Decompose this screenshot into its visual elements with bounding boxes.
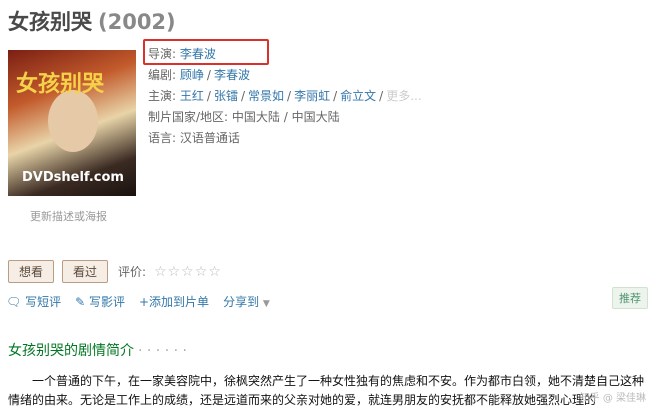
action-links: 🗨 写短评 ✎ 写影评 +添加到片单 分享到 ▼ xyxy=(6,293,270,310)
section-dots: · · · · · · xyxy=(138,343,187,359)
write-review-label: 写影评 xyxy=(88,295,125,309)
writer-label: 编剧: xyxy=(148,68,177,82)
update-description-link[interactable]: 更新描述或海报 xyxy=(30,208,107,224)
write-short-review-label: 写短评 xyxy=(25,295,62,309)
rating-stars[interactable]: ☆☆☆☆☆ xyxy=(154,264,222,280)
writer-link[interactable]: 顾峥 xyxy=(180,68,204,82)
write-review-link[interactable]: ✎ 写影评 xyxy=(75,293,125,310)
movie-title: 女孩别哭 (2002) xyxy=(8,6,176,36)
synopsis-paragraph: 一个普通的下午，在一家美容院中，徐枫突然产生了一种女性独有的焦虑和不安。作为都市… xyxy=(8,374,645,407)
comment-icon: 🗨 xyxy=(6,295,22,309)
recommend-button[interactable]: 推荐 xyxy=(612,287,648,309)
writer-link[interactable]: 李春波 xyxy=(214,68,250,82)
director-highlight-box xyxy=(143,39,269,65)
share-label: 分享到 xyxy=(223,295,260,309)
rating-bar: 想看 看过 评价: ☆☆☆☆☆ xyxy=(8,260,222,283)
cast-link[interactable]: 张镭 xyxy=(214,89,238,103)
pen-icon: ✎ xyxy=(75,295,86,309)
country-row: 制片国家/地区: 中国大陆 / 中国大陆 xyxy=(148,107,422,128)
write-short-review-link[interactable]: 🗨 写短评 xyxy=(6,293,61,310)
country-label: 制片国家/地区: xyxy=(148,110,229,124)
synopsis-section-title: 女孩别哭的剧情简介 · · · · · · xyxy=(8,340,187,360)
cast-link[interactable]: 王红 xyxy=(180,89,204,103)
synopsis-text: 一个普通的下午，在一家美容院中，徐枫突然产生了一种女性独有的焦虑和不安。作为都市… xyxy=(8,372,653,410)
watermark: 知乎 @ 梁佳琳 xyxy=(579,393,646,404)
cast-label: 主演: xyxy=(148,89,177,103)
language-label: 语言: xyxy=(148,131,177,145)
movie-poster[interactable]: 女孩别哭 DVDshelf.com xyxy=(8,50,136,196)
language-value: 汉语普通话 xyxy=(179,131,240,145)
chevron-down-icon: ▼ xyxy=(262,299,270,309)
country-value: 中国大陆 / 中国大陆 xyxy=(231,110,340,124)
cast-more-link[interactable]: 更多... xyxy=(386,89,421,103)
cast-link[interactable]: 李丽虹 xyxy=(294,89,330,103)
poster-logo-text: 女孩别哭 xyxy=(16,72,105,97)
want-to-watch-button[interactable]: 想看 xyxy=(8,260,55,283)
synopsis-heading: 女孩别哭的剧情简介 xyxy=(8,343,134,359)
cast-link[interactable]: 常景如 xyxy=(248,89,284,103)
writer-row: 编剧: 顾峥 / 李春波 xyxy=(148,68,250,82)
share-dropdown[interactable]: 分享到 ▼ xyxy=(223,293,270,310)
language-row: 语言: 汉语普通话 xyxy=(148,128,422,149)
add-to-list-label: 添加到片单 xyxy=(149,295,210,309)
poster-overlay-text: DVDshelf.com xyxy=(22,170,124,185)
rating-label: 评价: xyxy=(118,265,147,279)
add-to-list-link[interactable]: +添加到片单 xyxy=(139,293,209,310)
plus-icon: + xyxy=(138,295,150,309)
cast-link[interactable]: 俞立文 xyxy=(340,89,376,103)
cast-row: 主演: 王红 / 张镭 / 常景如 / 李丽虹 / 俞立文 / 更多... xyxy=(148,89,422,103)
movie-year: (2002) xyxy=(98,10,176,34)
poster-face xyxy=(48,90,98,152)
watched-button[interactable]: 看过 xyxy=(62,260,109,283)
movie-name: 女孩别哭 xyxy=(8,10,92,34)
